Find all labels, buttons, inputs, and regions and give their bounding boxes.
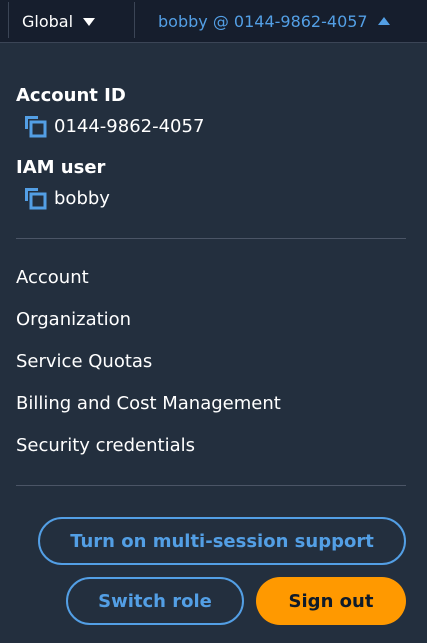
account-id-row: 0144-9862-4057 [22, 113, 204, 139]
account-id-value: 0144-9862-4057 [54, 115, 205, 137]
account-id-label: Account ID [16, 85, 126, 106]
divider [134, 2, 135, 38]
menu-item-service-quotas[interactable]: Service Quotas [16, 351, 152, 372]
menu-item-account[interactable]: Account [16, 267, 89, 288]
caret-up-icon [377, 17, 390, 25]
account-menu-label: bobby @ 0144-9862-4057 [158, 11, 368, 31]
divider [8, 2, 9, 38]
iam-user-value: bobby [54, 187, 110, 209]
multi-session-button[interactable]: Turn on multi-session support [38, 517, 406, 565]
menu-item-organization[interactable]: Organization [16, 309, 131, 330]
caret-down-icon [83, 18, 96, 26]
menu-item-security-credentials[interactable]: Security credentials [16, 435, 195, 456]
top-navigation-bar: Global bobby @ 0144-9862-4057 [0, 0, 427, 42]
menu-item-billing[interactable]: Billing and Cost Management [16, 393, 281, 414]
sign-out-button[interactable]: Sign out [256, 577, 406, 625]
region-selector[interactable]: Global [22, 4, 96, 38]
divider [16, 485, 406, 486]
account-dropdown-panel: Account ID 0144-9862-4057 IAM user bobby… [0, 42, 427, 643]
switch-role-button[interactable]: Switch role [66, 577, 244, 625]
divider [16, 238, 406, 239]
copy-icon[interactable] [22, 185, 48, 211]
region-label: Global [22, 11, 74, 31]
iam-user-row: bobby [22, 185, 110, 211]
account-menu-toggle[interactable]: bobby @ 0144-9862-4057 [158, 4, 390, 38]
copy-icon[interactable] [22, 113, 48, 139]
iam-user-label: IAM user [16, 157, 106, 178]
